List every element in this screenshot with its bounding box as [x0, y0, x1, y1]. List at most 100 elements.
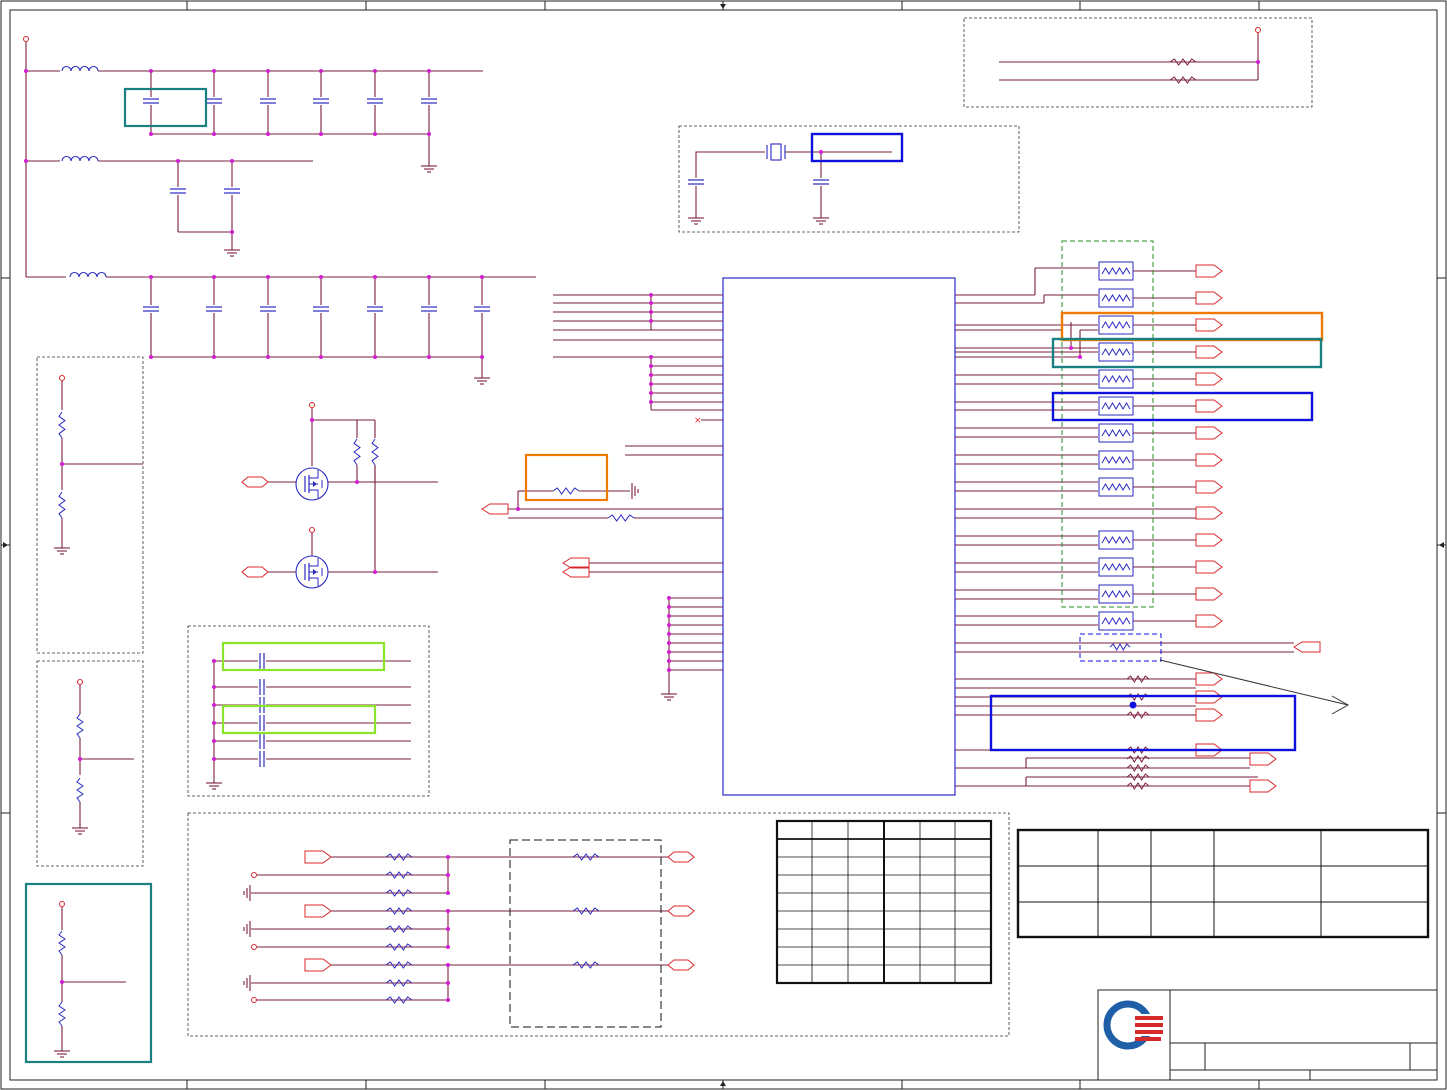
ferrite-bead-icon[interactable] [1098, 423, 1134, 443]
port-icon[interactable] [1249, 752, 1277, 766]
crystal-icon[interactable] [770, 143, 782, 161]
port-icon[interactable] [304, 958, 332, 972]
highlight-box-green [221, 641, 386, 672]
capacitor-icon[interactable] [474, 306, 490, 312]
port-icon[interactable] [304, 904, 332, 918]
junction-dot [149, 355, 153, 359]
port-icon[interactable] [667, 905, 695, 917]
port-icon[interactable] [1195, 708, 1223, 722]
capacitor-icon[interactable] [260, 98, 276, 104]
port-icon[interactable] [1195, 672, 1223, 686]
capacitor-icon[interactable] [259, 653, 265, 669]
capacitor-icon[interactable] [813, 179, 829, 185]
port-icon[interactable] [1195, 480, 1223, 494]
capacitor-icon[interactable] [367, 98, 383, 104]
resistor-icon[interactable] [607, 514, 635, 522]
junction-dot [427, 275, 431, 279]
port-icon[interactable] [1195, 614, 1223, 628]
port-icon[interactable] [1293, 641, 1321, 653]
mosfet-icon[interactable] [295, 555, 329, 589]
ferrite-bead-icon[interactable] [1098, 530, 1134, 550]
port-icon[interactable] [481, 503, 509, 515]
highlight-box-blue [989, 694, 1297, 752]
inductor-icon[interactable] [69, 271, 107, 278]
port-icon[interactable] [241, 476, 269, 488]
port-icon[interactable] [1195, 291, 1223, 305]
junction-dot [176, 159, 180, 163]
port-icon[interactable] [1195, 372, 1223, 386]
junction-dot [649, 355, 653, 359]
junction-dot [212, 275, 216, 279]
ferrite-bead-icon[interactable] [1098, 342, 1134, 362]
capacitor-icon[interactable] [143, 98, 159, 104]
port-icon[interactable] [1195, 426, 1223, 440]
capacitor-icon[interactable] [421, 98, 437, 104]
spec-table-small [775, 819, 993, 985]
ferrite-bead-icon[interactable] [1098, 477, 1134, 497]
inductor-icon[interactable] [61, 155, 99, 162]
junction-dot [310, 418, 314, 422]
port-icon[interactable] [1249, 779, 1277, 793]
ferrite-bead-icon[interactable] [1098, 450, 1134, 470]
ferrite-bead-icon[interactable] [1098, 288, 1134, 308]
capacitor-icon[interactable] [313, 98, 329, 104]
mosfet-icon[interactable] [295, 467, 329, 501]
port-icon[interactable] [667, 959, 695, 971]
resistor-icon[interactable] [371, 438, 379, 466]
ferrite-bead-icon[interactable] [1098, 369, 1134, 389]
ferrite-bead-icon[interactable] [1098, 611, 1134, 631]
resistor-icon[interactable] [1126, 755, 1150, 763]
port-icon[interactable] [1195, 318, 1223, 332]
capacitor-icon[interactable] [260, 306, 276, 312]
resistor-icon[interactable] [552, 487, 580, 495]
junction-dot [446, 963, 450, 967]
port-icon[interactable] [1195, 345, 1223, 359]
port-icon[interactable] [241, 566, 269, 578]
capacitor-icon[interactable] [143, 306, 159, 312]
port-icon[interactable] [1195, 560, 1223, 574]
capacitor-icon[interactable] [421, 306, 437, 312]
resistor-icon[interactable] [76, 713, 84, 739]
resistor-icon[interactable] [58, 491, 66, 519]
capacitor-icon[interactable] [206, 98, 222, 104]
ground-icon [243, 921, 251, 937]
resistor-icon[interactable] [353, 438, 361, 466]
capacitor-icon[interactable] [259, 733, 265, 749]
capacitor-icon[interactable] [224, 188, 240, 194]
port-icon[interactable] [1195, 506, 1223, 520]
port-icon[interactable] [1195, 587, 1223, 601]
power-pin-icon [251, 872, 257, 878]
inductor-icon[interactable] [61, 65, 99, 72]
capacitor-icon[interactable] [259, 715, 265, 731]
capacitor-icon[interactable] [367, 306, 383, 312]
capacitor-icon[interactable] [688, 179, 704, 185]
junction-dot [319, 275, 323, 279]
ferrite-bead-icon[interactable] [1098, 557, 1134, 577]
port-icon[interactable] [667, 851, 695, 863]
capacitor-icon[interactable] [259, 679, 265, 695]
ferrite-bead-icon[interactable] [1098, 396, 1134, 416]
highlight-box-orange [524, 453, 609, 502]
port-icon[interactable] [1195, 533, 1223, 547]
capacitor-icon[interactable] [206, 306, 222, 312]
ground-icon [224, 244, 240, 257]
resistor-icon[interactable] [58, 930, 66, 956]
port-icon[interactable] [304, 850, 332, 864]
port-icon[interactable] [1195, 399, 1223, 413]
main-ic-body[interactable] [722, 277, 956, 796]
ground-icon [243, 975, 251, 991]
port-icon[interactable] [1195, 264, 1223, 278]
capacitor-icon[interactable] [259, 751, 265, 767]
resistor-icon[interactable] [58, 1001, 66, 1027]
ferrite-bead-icon[interactable] [1098, 584, 1134, 604]
capacitor-icon[interactable] [313, 306, 329, 312]
capacitor-icon[interactable] [170, 188, 186, 194]
resistor-icon[interactable] [1109, 642, 1131, 652]
ferrite-bead-icon[interactable] [1098, 261, 1134, 281]
resistor-icon[interactable] [76, 777, 84, 803]
resistor-icon[interactable] [58, 411, 66, 439]
junction-dot [373, 69, 377, 73]
port-icon[interactable] [1195, 453, 1223, 467]
ferrite-bead-icon[interactable] [1098, 315, 1134, 335]
dashed-group-box [36, 660, 144, 867]
